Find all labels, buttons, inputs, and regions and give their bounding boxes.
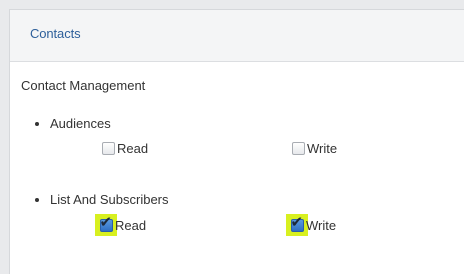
lists-write-label: Write — [306, 217, 337, 233]
audiences-read-checkbox[interactable] — [102, 142, 115, 155]
contacts-panel: Contacts — [9, 9, 464, 274]
audiences-write-checkbox[interactable] — [292, 142, 305, 155]
lists-read-checkbox[interactable]: ✔ — [99, 214, 113, 232]
audiences-write-label: Write — [307, 141, 338, 156]
bullet-icon — [35, 121, 39, 126]
audiences-write-option[interactable]: Write — [292, 141, 337, 156]
group-label: List And Subscribers — [50, 192, 169, 207]
checkmark-icon: ✔ — [99, 212, 113, 231]
lists-write-option[interactable]: ✔ Write — [286, 214, 336, 236]
bullet-icon — [35, 197, 39, 202]
section-title: Contact Management — [21, 78, 146, 93]
lists-read-option[interactable]: ✔ Read — [95, 214, 146, 236]
audiences-read-option[interactable]: Read — [102, 141, 148, 156]
group-label: Audiences — [50, 116, 111, 131]
highlight-marker: ✔ — [286, 214, 308, 236]
audiences-read-label: Read — [117, 141, 149, 156]
permission-group-list-and-subscribers: List And Subscribers — [35, 192, 169, 207]
checkmark-icon: ✔ — [290, 212, 304, 231]
highlight-marker: ✔ — [95, 214, 117, 236]
panel-header: Contacts — [10, 10, 464, 62]
lists-write-checkbox[interactable]: ✔ — [290, 214, 304, 232]
lists-read-label: Read — [115, 217, 147, 233]
permission-group-audiences: Audiences — [35, 116, 111, 131]
panel-title[interactable]: Contacts — [30, 26, 81, 41]
